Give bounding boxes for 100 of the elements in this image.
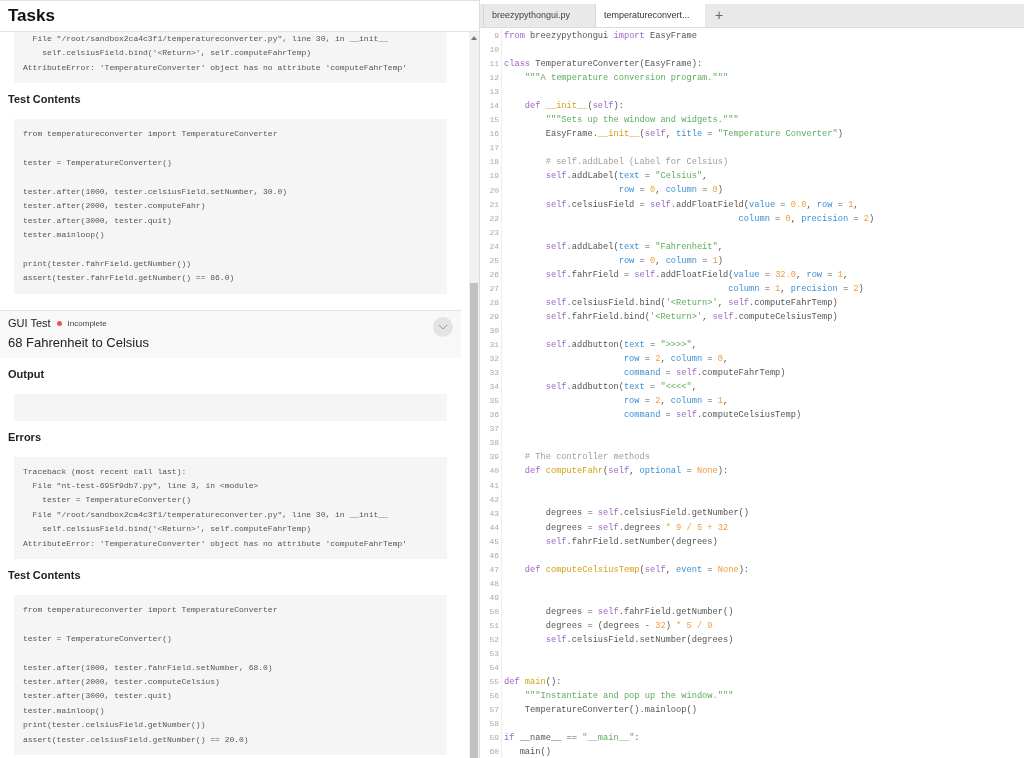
code-line: column = 1, precision = 2) [727,282,864,296]
panel-title: Tasks [8,5,55,28]
section-heading: Test Contents [8,92,81,107]
new-tab-button[interactable]: + [705,4,734,27]
line-number: 52 [489,634,499,646]
expand-button[interactable] [433,316,454,337]
code-line: print(tester.fahrField.getNumber()) [23,257,192,270]
code-line: self.celsiusField.bind('<Return>', self.computeFahrTemp) [41,47,312,60]
code-line: self.addLabel(text = "Celsius", [544,170,708,184]
code-line: assert(tester.celsiusField.getNumber() == 20.0) [23,733,249,746]
line-number: 27 [489,282,499,295]
code-line: # The controller methods [523,451,650,465]
code-line: row = 0, column = 0) [617,184,723,198]
code-line: self.celsiusField.bind('<Return>', self.computeFahrTemp) [41,523,312,536]
code-line: row = 0, column = 1) [617,254,723,268]
code-line: tester = TemperatureConverter() [23,632,172,645]
code-line: """Sets up the window and widgets.""" [544,114,739,128]
code-line: tester.after(2000, tester.computeCelsius) [23,676,220,689]
code-line: tester.after(1000, tester.fahrField.setNumber, 68.0) [23,661,273,674]
line-number: 21 [489,198,499,211]
line-number: 16 [489,128,499,141]
test-type-label: GUI Test [8,316,51,332]
code-line: AttributeError: 'TemperatureConverter' object has no attribute 'computeFahrTemp' [23,537,408,550]
code-line: degrees = self.degrees * 9 / 5 + 32 [544,521,729,535]
code-line: row = 2, column = 1, [622,395,729,409]
line-number: 46 [489,549,499,562]
line-number: 55 [489,676,499,689]
code-line: degrees = (degrees - 32) * 5 / 9 [544,619,713,633]
code-line: File "nt-test-695f9db7.py", line 3, in <module> [31,480,259,493]
code-line: self.addLabel(text = "Fahrenheit", [544,240,723,254]
code-line: def main(): [504,675,562,689]
test-title: 68 Fahrenheit to Celsius [8,333,149,352]
line-number: 11 [489,58,499,71]
code-line: command = self.computeFahrTemp) [622,367,786,381]
line-number: 54 [489,662,499,675]
code-line: self.fahrField = self.addFloatField(value = 32.0, row = 1, [544,268,849,282]
code-line: EasyFrame.__init__(self, title = "Temperature Converter") [544,128,843,142]
line-number: 30 [489,325,499,337]
line-number: 51 [489,619,499,632]
line-number: 42 [489,493,499,506]
line-number: 18 [489,156,499,169]
editor-tab[interactable]: temperatureconvert... [595,4,705,27]
code-line: Traceback (most recent call last): [23,465,187,478]
code-line: tester.after(1000, tester.celsiusField.setNumber, 30.0) [23,185,288,198]
code-line: self.celsiusField.setNumber(degrees) [544,633,734,647]
scrollbar-thumb[interactable] [470,283,478,758]
code-line: tester.after(3000, tester.quit) [23,214,172,227]
line-number: 28 [489,296,499,309]
code-line: tester = TemperatureConverter() [23,157,172,169]
code-line: self.celsiusField.bind('<Return>', self.computeFahrTemp) [544,296,838,310]
line-number: 32 [489,353,499,366]
line-number: 44 [489,521,499,534]
line-number: 43 [489,507,499,520]
line-number: 17 [489,142,499,155]
line-number: 47 [489,563,499,576]
line-number: 26 [489,268,499,281]
code-line: """Instantiate and pop up the window.""" [523,690,734,703]
code-line: command = self.computeCelsiusTemp) [622,409,802,423]
code-line: class TemperatureConverter(EasyFrame): [504,58,703,72]
code-line: tester.after(3000, tester.quit) [23,690,172,703]
line-number: 58 [489,718,499,731]
line-number: 49 [489,591,499,604]
status-label: Incomplete [67,317,107,330]
line-number: 23 [489,226,499,239]
chevron-down-icon [438,323,449,330]
line-number: 37 [489,423,499,436]
scrollbar[interactable] [469,32,479,758]
line-number: 19 [489,170,499,183]
code-line: def __init__(self): [523,100,624,114]
line-number: 56 [489,690,499,703]
code-line: degrees = self.fahrField.getNumber() [544,605,734,619]
line-number: 39 [489,451,499,464]
line-number: 10 [489,44,499,57]
line-number: 20 [489,184,499,197]
line-number: 45 [489,535,499,548]
line-number: 40 [489,465,499,478]
code-line: main() [518,746,551,758]
code-line: self.celsiusField = self.addFloatField(value = 0.0, row = 1, [544,198,859,212]
code-line: print(tester.celsiusField.getNumber()) [23,719,206,732]
code-line: tester.mainloop() [23,704,105,717]
code-line: TemperatureConverter().mainloop() [523,704,697,718]
code-line: def computeCelsiusTemp(self, event = None): [523,563,750,577]
scroll-up-icon [471,36,477,40]
code-line: self.addbutton(text = "<<<<", [544,381,697,395]
code-line: degrees = self.celsiusField.getNumber() [544,507,750,521]
line-number: 12 [489,72,499,85]
line-number: 15 [489,114,499,127]
code-line: """A temperature conversion program.""" [523,72,729,86]
line-number: 34 [489,381,499,394]
code-line: tester.mainloop() [23,229,105,242]
code-line: self.fahrField.setNumber(degrees) [544,535,718,549]
section-heading: Errors [8,429,42,444]
code-line: assert(tester.fahrField.getNumber() == 86.0) [23,272,235,285]
line-number: 13 [489,86,499,99]
code-line: row = 2, column = 0, [622,353,729,366]
line-number: 57 [489,704,499,717]
code-line: from breezypythongui import EasyFrame [504,30,697,43]
line-number: 29 [489,310,499,323]
code-line: self.fahrField.bind('<Return>', self.computeCelsiusTemp) [544,310,838,324]
code-line: tester.after(2000, tester.computeFahr) [23,200,206,213]
